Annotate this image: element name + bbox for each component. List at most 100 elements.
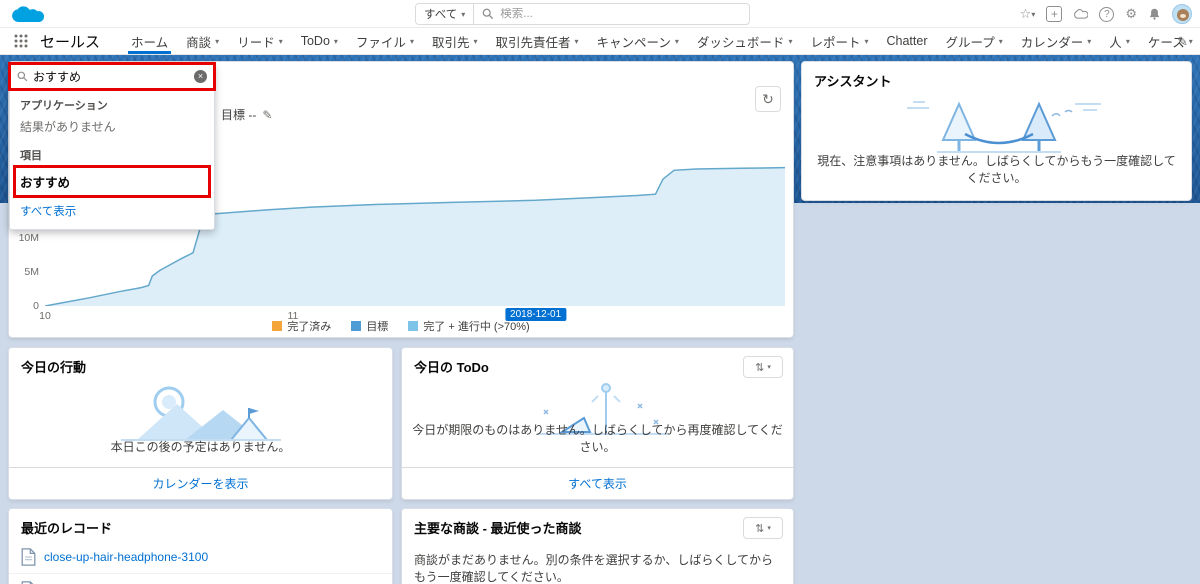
nav-tab-label: 取引先: [431, 35, 470, 50]
todays-events-card: 今日の行動 本日この後の予定はありません。 カレンダーを表示: [8, 347, 393, 500]
chevron-down-icon: ▾: [333, 36, 338, 46]
nav-tab-label: Chatter: [886, 34, 928, 48]
dropdown-result-osusume[interactable]: おすすめ: [10, 165, 214, 198]
legend-item: 完了済み: [272, 318, 331, 334]
nav-tab-label: 取引先責任者: [495, 35, 571, 50]
nav-tab-label: ファイル: [355, 35, 406, 50]
sort-icon: ⇅: [755, 361, 765, 374]
chevron-down-icon: ▾: [574, 36, 579, 46]
x-tick-label: 11: [287, 310, 299, 322]
user-avatar[interactable]: [1172, 4, 1192, 24]
recent-records-card: 最近のレコード close-up-hair-headphone-3100 SONY…: [8, 508, 393, 584]
search-icon: [482, 8, 494, 20]
sort-icon: ⇅: [755, 522, 765, 535]
chevron-down-icon: ▾: [998, 36, 1003, 46]
nav-tab-ファイル[interactable]: ファイル ▾: [347, 28, 423, 54]
dropdown-section-apps: アプリケーション: [20, 100, 108, 112]
events-empty-message: 本日この後の予定はありません。: [110, 440, 291, 454]
nav-tab-Chatter[interactable]: Chatter: [877, 28, 936, 54]
nav-tab-ホーム[interactable]: ホーム: [122, 28, 177, 54]
global-search: すべて ▾: [415, 3, 750, 25]
recent-record-row[interactable]: close-up-hair-headphone-3100: [9, 541, 392, 573]
nav-tab-リード[interactable]: リード ▾: [228, 28, 292, 54]
opportunities-title: 主要な商談 - 最近使った商談: [414, 521, 582, 536]
nav-tab-label: レポート: [810, 35, 861, 50]
nav-tab-取引先[interactable]: 取引先 ▾: [423, 28, 487, 54]
nav-tab-取引先責任者[interactable]: 取引先責任者 ▾: [486, 28, 587, 54]
nav-tab-キャンペーン[interactable]: キャンペーン ▾: [588, 28, 688, 54]
nav-tab-label: 人: [1109, 35, 1122, 50]
setup-gear-icon[interactable]: ⚙: [1125, 6, 1137, 22]
y-tick-label: 0: [33, 300, 39, 312]
nav-tab-グループ[interactable]: グループ ▾: [936, 28, 1011, 54]
todo-sort-button[interactable]: ⇅ ▾: [743, 356, 783, 378]
nav-tab-ダッシュボード[interactable]: ダッシュボード ▾: [688, 28, 802, 54]
opportunities-empty-message: 商談がまだありません。別の条件を選択するか、しばらくしてからもう一度確認してくだ…: [414, 553, 774, 584]
recent-record-row[interactable]: SONYPAKU7898-TR-V: [9, 573, 392, 584]
nav-tab-label: 商談: [186, 35, 212, 50]
nav-tab-カレンダー[interactable]: カレンダー ▾: [1012, 28, 1101, 54]
chevron-down-icon: ▾: [864, 36, 869, 46]
legend-label: 目標: [366, 321, 389, 333]
chevron-down-icon: ▾: [788, 36, 793, 46]
chevron-down-icon: ▾: [1087, 36, 1092, 46]
nav-tab-レポート[interactable]: レポート ▾: [801, 28, 877, 54]
refresh-button[interactable]: ↻: [755, 86, 781, 112]
global-search-input[interactable]: [500, 8, 749, 20]
app-navigation-bar: セールス ホーム 商談 ▾ リード ▾ ToDo ▾ ファイル ▾ 取引先 ▾ 取引先責任者 ▾ キャンペ…: [0, 28, 1200, 55]
opportunities-sort-button[interactable]: ⇅ ▾: [743, 517, 783, 539]
nav-tab-label: リード: [237, 35, 275, 50]
show-all-results-link[interactable]: すべて表示: [20, 206, 76, 218]
nav-tab-人[interactable]: 人 ▾: [1100, 28, 1139, 54]
recent-record-link[interactable]: close-up-hair-headphone-3100: [44, 550, 208, 564]
search-icon: [17, 71, 28, 82]
assistant-title: アシスタント: [814, 74, 892, 89]
todo-empty-message: 今日が期限のものはありません。しばらくしてから再度確認してください。: [412, 423, 783, 454]
app-launcher-icon[interactable]: [14, 34, 28, 48]
nav-tab-ケース[interactable]: ケース ▾: [1139, 28, 1200, 54]
app-name: セールス: [40, 33, 101, 51]
search-scope-label: すべて: [424, 9, 458, 21]
nav-tab-ToDo[interactable]: ToDo ▾: [292, 28, 347, 54]
assistant-card: アシスタント 現在、注意事項はありません。しばらくしてからもう一度確認してくださ…: [801, 61, 1192, 201]
legend-swatch: [272, 321, 283, 331]
nav-tabs: ホーム 商談 ▾ リード ▾ ToDo ▾ ファイル ▾ 取引先 ▾ 取引先責任者 ▾ キャンペーン ▾ ダッ…: [122, 28, 1200, 54]
events-title: 今日の行動: [21, 360, 87, 375]
header-utility-icons: ☆ ▾ + ? ⚙: [1020, 0, 1192, 28]
dropdown-search-input[interactable]: [33, 69, 189, 84]
view-calendar-link[interactable]: カレンダーを表示: [152, 477, 248, 491]
nav-tab-label: カレンダー: [1020, 35, 1084, 50]
nav-tab-label: ToDo: [300, 34, 330, 48]
nav-tab-label: ホーム: [131, 35, 169, 50]
nav-tab-label: ダッシュボード: [696, 35, 785, 50]
todo-footer: すべて表示: [402, 467, 793, 499]
y-tick-label: 10M: [18, 231, 39, 244]
events-footer: カレンダーを表示: [9, 467, 392, 499]
global-header: すべて ▾ ☆▾ + ? ⚙: [0, 0, 1200, 28]
trailhead-icon[interactable]: [1073, 8, 1089, 20]
view-all-todo-link[interactable]: すべて表示: [568, 477, 627, 491]
search-scope-dropdown[interactable]: すべて ▾: [416, 4, 475, 24]
legend-swatch: [408, 321, 419, 331]
chevron-down-icon: ▾: [461, 9, 466, 19]
y-tick-label: 5M: [24, 265, 39, 278]
favorites-star-icon[interactable]: ☆ ▾: [1020, 6, 1036, 22]
nav-tab-label: グループ: [945, 35, 995, 50]
global-actions-plus-icon[interactable]: +: [1046, 6, 1063, 22]
dropdown-search-field: ×: [8, 62, 216, 91]
chevron-down-icon: ▾: [1188, 36, 1193, 46]
salesforce-logo-icon: [10, 2, 45, 30]
help-icon[interactable]: ?: [1099, 6, 1115, 22]
x-axis-date-marker: 2018-12-01: [505, 308, 567, 321]
nav-tab-商談[interactable]: 商談 ▾: [177, 28, 228, 54]
nav-edit-pencil-icon[interactable]: ✎: [1177, 28, 1188, 55]
key-opportunities-card: 主要な商談 - 最近使った商談 ⇅ ▾ 商談がまだありません。別の条件を選択する…: [401, 508, 794, 584]
chevron-down-icon: ▾: [278, 36, 283, 46]
notifications-bell-icon[interactable]: [1148, 7, 1161, 21]
chevron-down-icon: ▾: [473, 36, 478, 46]
dropdown-apps-empty: 結果がありません: [20, 120, 116, 134]
clear-search-icon[interactable]: ×: [194, 70, 207, 83]
chevron-down-icon: ▾: [767, 525, 771, 532]
nav-tab-label: キャンペーン: [596, 35, 671, 50]
edit-goal-pencil-icon[interactable]: ✎: [262, 108, 272, 122]
